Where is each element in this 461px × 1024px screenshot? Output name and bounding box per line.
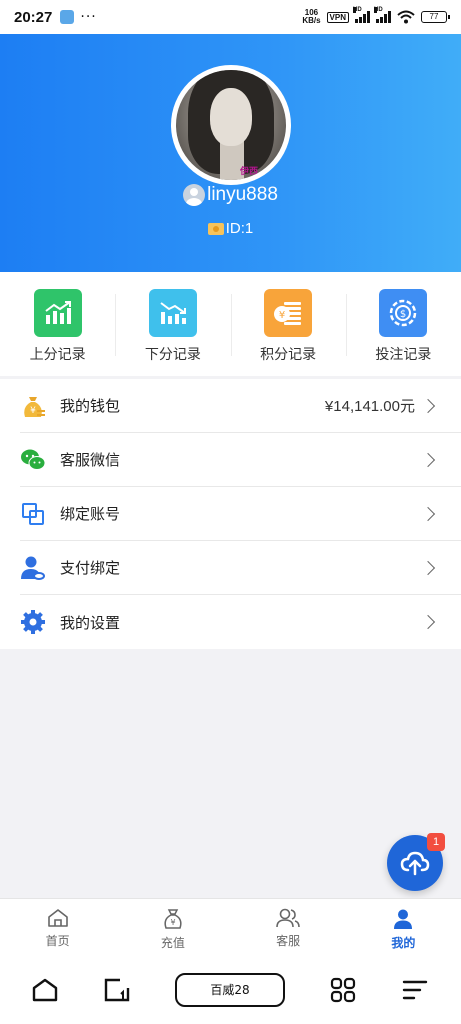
avatar-image: 伊西: [176, 70, 286, 180]
current-app-pill[interactable]: 百威28: [175, 973, 285, 1007]
chevron-right-icon: [420, 614, 436, 630]
signal-icon: HD: [353, 7, 370, 23]
menu-item-payment-bind[interactable]: 支付绑定: [20, 541, 461, 595]
more-notifications-icon: ···: [80, 9, 97, 25]
status-indicators: 106 KB/s VPN HD HD 77: [302, 7, 450, 25]
menu-label-bind-account: 绑定账号: [60, 505, 121, 523]
avatar-watermark: 伊西: [240, 167, 259, 177]
bet-coin-icon: $: [379, 289, 428, 337]
tab-profile[interactable]: 我的: [346, 899, 461, 956]
user-id: ID:1: [225, 220, 254, 237]
username-row: linyu888: [0, 184, 461, 206]
quick-action-label: 积分记录: [260, 347, 317, 363]
menu-label-payment-bind: 支付绑定: [60, 559, 121, 577]
quick-action-bet-records[interactable]: $ 投注记录: [345, 272, 461, 376]
tab-label-profile: 我的: [391, 936, 416, 950]
tab-home[interactable]: 首页: [0, 899, 115, 956]
status-time: 20:27: [14, 8, 53, 26]
quick-action-label: 上分记录: [29, 347, 86, 363]
status-bar: 20:27 ··· 106 KB/s VPN HD HD 77: [0, 0, 461, 34]
signal-icon-2: HD: [374, 7, 391, 23]
svg-text:¥: ¥: [279, 310, 285, 321]
chart-down-icon: [148, 289, 197, 337]
system-home-icon[interactable]: [32, 978, 58, 1002]
quick-action-label: 投注记录: [375, 347, 432, 363]
menu-item-settings[interactable]: 我的设置: [20, 595, 461, 649]
recharge-icon: ¥: [164, 909, 182, 929]
notification-app-icon: [60, 10, 75, 24]
user-icon: [183, 184, 206, 206]
svg-text:$: $: [400, 309, 406, 320]
username: linyu888: [207, 184, 278, 205]
battery-icon: 77: [421, 11, 450, 23]
chevron-right-icon: [420, 506, 436, 521]
menu-label-settings: 我的设置: [60, 613, 121, 632]
menu-label-wallet: 我的钱包: [60, 397, 121, 415]
id-card-icon: [207, 222, 224, 235]
menu-icon[interactable]: [402, 979, 428, 1001]
network-speed: 106 KB/s: [302, 9, 320, 25]
menu-item-bind-account[interactable]: 绑定账号: [20, 487, 461, 541]
chevron-right-icon: [420, 398, 436, 413]
gear-icon: [20, 609, 46, 635]
user-id-row: ID:1: [0, 220, 461, 237]
quick-action-withdraw-records[interactable]: 下分记录: [115, 272, 230, 376]
avatar[interactable]: 伊西: [171, 65, 291, 185]
tab-label-recharge: 充值: [160, 936, 185, 950]
tab-recharge[interactable]: ¥ 充值: [115, 899, 230, 956]
profile-icon: [394, 909, 413, 929]
bottom-tab-bar: 首页 ¥ 充值 客服 我的: [0, 898, 461, 956]
svg-text:¥: ¥: [170, 918, 175, 927]
menu-label-wechat: 客服微信: [60, 451, 121, 469]
quick-actions: 上分记录 下分记录 ¥ 积分记录 $ 投注记录: [0, 272, 461, 376]
chevron-right-icon: [420, 452, 436, 467]
system-nav-bar: 百威28: [0, 956, 461, 1024]
coin-stack-icon: ¥: [264, 289, 313, 337]
hd-label-2: HD: [374, 7, 383, 13]
quick-action-label: 下分记录: [144, 347, 201, 363]
chart-up-icon: [33, 289, 82, 337]
menu-item-wallet[interactable]: ¥ 我的钱包 ¥14,141.00元: [20, 379, 461, 433]
chevron-right-icon: [420, 560, 436, 575]
cloud-upload-icon: [400, 851, 430, 876]
money-bag-icon: ¥: [20, 393, 46, 419]
app-grid-icon[interactable]: [330, 977, 356, 1003]
home-icon: [47, 909, 68, 927]
tab-customer-service[interactable]: 客服: [231, 899, 346, 956]
wechat-icon: [20, 447, 46, 473]
recent-apps-icon[interactable]: [104, 978, 130, 1002]
hd-label: HD: [353, 7, 362, 13]
profile-header: 伊西 linyu888 ID:1: [0, 34, 461, 272]
user-link-icon: [20, 555, 46, 581]
wifi-icon: [397, 10, 415, 24]
link-account-icon: [20, 501, 46, 527]
vpn-badge: VPN: [326, 11, 349, 23]
svg-text:¥: ¥: [30, 406, 36, 416]
tab-label-customer-service: 客服: [276, 934, 301, 948]
wallet-balance: ¥14,141.00元: [324, 398, 415, 415]
quick-action-points-records[interactable]: ¥ 积分记录: [230, 272, 346, 376]
upload-fab-button[interactable]: 1: [387, 833, 445, 891]
menu-item-wechat[interactable]: 客服微信: [20, 433, 461, 487]
upload-badge: 1: [427, 833, 445, 851]
network-speed-unit: KB/s: [302, 16, 321, 25]
quick-action-deposit-records[interactable]: 上分记录: [0, 272, 115, 376]
menu-list: ¥ 我的钱包 ¥14,141.00元 客服微信 绑定账号 支付绑定 我的设置: [0, 379, 461, 649]
customer-service-icon: [276, 908, 300, 928]
tab-label-home: 首页: [45, 934, 70, 948]
